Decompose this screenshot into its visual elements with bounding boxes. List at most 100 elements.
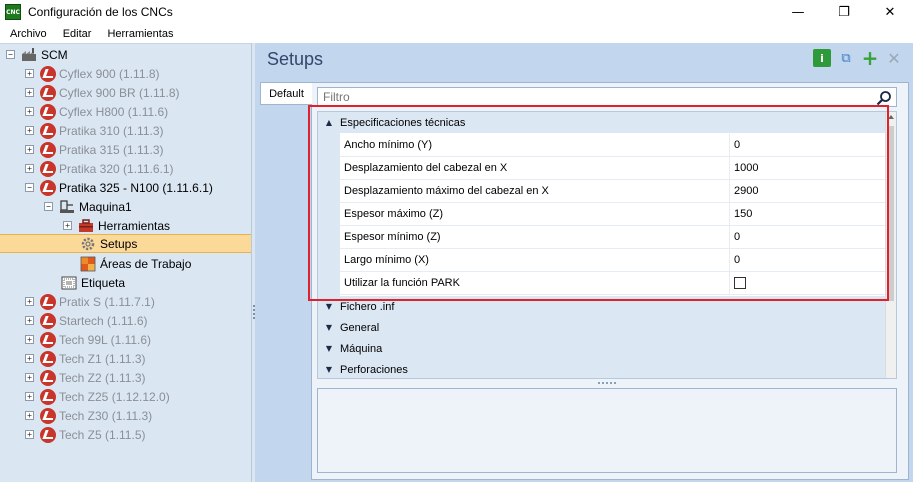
expand-icon[interactable]: + <box>25 430 34 439</box>
machine-tree: − SCM + Cyflex 900 (1.11.8) + Cyflex 900… <box>0 43 251 482</box>
expand-icon[interactable]: + <box>25 297 34 306</box>
property-value[interactable]: 0 <box>730 139 740 151</box>
tree-node-herramientas[interactable]: + Herramientas <box>63 216 170 235</box>
property-row[interactable]: Espesor máximo (Z) 150 <box>340 203 885 226</box>
tree-machine[interactable]: + Pratix S (1.11.7.1) <box>25 292 155 311</box>
property-value[interactable]: 2900 <box>730 185 758 197</box>
menu-archivo[interactable]: Archivo <box>0 28 55 40</box>
collapse-icon[interactable]: − <box>6 50 15 59</box>
tree-label: Cyflex 900 (1.11.8) <box>59 66 160 81</box>
tree-machine[interactable]: + Tech Z30 (1.11.3) <box>25 406 152 425</box>
expand-chevron-icon[interactable]: ▼ <box>318 323 340 332</box>
tree-label: Cyflex H800 (1.11.6) <box>59 104 169 119</box>
expand-icon[interactable]: + <box>25 107 34 116</box>
scroll-up-icon[interactable] <box>888 115 894 119</box>
close-button[interactable]: ✕ <box>867 0 913 24</box>
filter-box <box>317 87 897 107</box>
scroll-thumb[interactable] <box>888 126 894 301</box>
delete-button[interactable]: ✕ <box>885 49 903 68</box>
property-value[interactable]: 150 <box>730 208 752 220</box>
property-row[interactable]: Largo mínimo (X) 0 <box>340 249 885 272</box>
tree-machine[interactable]: + Pratika 320 (1.11.6.1) <box>25 159 174 178</box>
tree-node-setups[interactable]: Setups <box>0 234 251 253</box>
property-row[interactable]: Ancho mínimo (Y) 0 <box>340 134 885 157</box>
expand-icon[interactable]: + <box>25 88 34 97</box>
expand-icon[interactable]: + <box>25 392 34 401</box>
collapse-icon[interactable]: − <box>44 202 53 211</box>
vertical-scrollbar[interactable] <box>885 112 896 378</box>
property-value[interactable]: 0 <box>730 254 740 266</box>
section-general[interactable]: ▼ General <box>318 317 885 338</box>
tree-machine[interactable]: + Cyflex 900 (1.11.8) <box>25 64 160 83</box>
collapse-icon[interactable]: − <box>25 183 34 192</box>
expand-icon[interactable]: + <box>25 354 34 363</box>
expand-chevron-icon[interactable]: ▼ <box>318 302 340 311</box>
tree-machine[interactable]: + Tech 99L (1.11.6) <box>25 330 151 349</box>
property-row[interactable]: Desplazamiento máximo del cabezal en X 2… <box>340 180 885 203</box>
section-especificaciones[interactable]: ▲ Especificaciones técnicas <box>318 112 885 133</box>
title-bar: CNC Configuración de los CNCs — ❐ ✕ <box>0 0 913 24</box>
expand-chevron-icon[interactable]: ▼ <box>318 365 340 374</box>
cnc-machine-icon <box>40 312 56 329</box>
tree-root-scm[interactable]: − SCM <box>6 45 68 64</box>
tree-label: Pratika 320 (1.11.6.1) <box>59 161 174 176</box>
tree-machine[interactable]: + Pratika 315 (1.11.3) <box>25 140 164 159</box>
label-icon <box>61 276 77 289</box>
menu-editar[interactable]: Editar <box>55 28 100 40</box>
expand-icon[interactable]: + <box>25 411 34 420</box>
property-name: Desplazamiento máximo del cabezal en X <box>340 180 730 202</box>
property-name: Largo mínimo (X) <box>340 249 730 271</box>
property-row[interactable]: Desplazamiento del cabezal en X 1000 <box>340 157 885 180</box>
section-perforaciones[interactable]: ▼ Perforaciones <box>318 359 885 378</box>
section-label: Perforaciones <box>340 363 408 376</box>
maximize-button[interactable]: ❐ <box>821 0 867 24</box>
tab-content: ▲ Especificaciones técnicas Ancho mínimo… <box>311 82 909 480</box>
tree-node-areas[interactable]: Áreas de Trabajo <box>80 254 191 273</box>
minimize-button[interactable]: — <box>775 0 821 24</box>
section-fichero[interactable]: ▼ Fichero .inf <box>318 296 885 317</box>
tree-machine[interactable]: + Tech Z25 (1.12.12.0) <box>25 387 170 406</box>
copy-button[interactable]: ⧉ <box>837 49 855 67</box>
add-button[interactable]: + <box>861 46 879 70</box>
expand-icon[interactable]: + <box>25 316 34 325</box>
expand-icon[interactable]: + <box>25 69 34 78</box>
collapse-chevron-icon[interactable]: ▲ <box>318 118 340 127</box>
expand-icon[interactable]: + <box>25 164 34 173</box>
property-value[interactable]: 1000 <box>730 162 758 174</box>
expand-icon[interactable]: + <box>63 221 72 230</box>
tree-machine-expanded[interactable]: − Pratika 325 - N100 (1.11.6.1) <box>25 178 213 197</box>
tree-label: Maquina1 <box>79 199 132 214</box>
splitter-grip[interactable] <box>598 382 616 387</box>
cnc-machine-icon <box>40 331 56 348</box>
tree-machine[interactable]: + Startech (1.11.6) <box>25 311 148 330</box>
filter-input[interactable] <box>318 90 858 104</box>
property-value[interactable] <box>730 277 746 289</box>
tree-machine[interactable]: + Tech Z2 (1.11.3) <box>25 368 145 387</box>
property-value[interactable]: 0 <box>730 231 740 243</box>
tree-machine[interactable]: + Pratika 310 (1.11.3) <box>25 121 164 140</box>
tree-machine[interactable]: + Cyflex 900 BR (1.11.8) <box>25 83 180 102</box>
expand-chevron-icon[interactable]: ▼ <box>318 344 340 353</box>
tree-node-etiqueta[interactable]: Etiqueta <box>61 273 125 292</box>
section-maquina[interactable]: ▼ Máquina <box>318 338 885 359</box>
expand-icon[interactable]: + <box>25 335 34 344</box>
tree-node-maquina[interactable]: − Maquina1 <box>44 197 132 216</box>
description-splitter[interactable] <box>317 381 897 387</box>
expand-icon[interactable]: + <box>25 145 34 154</box>
menu-herramientas[interactable]: Herramientas <box>99 28 181 40</box>
expand-icon[interactable]: + <box>25 126 34 135</box>
tree-machine[interactable]: + Tech Z1 (1.11.3) <box>25 349 145 368</box>
property-row[interactable]: Utilizar la función PARK <box>340 272 885 295</box>
expand-icon[interactable]: + <box>25 373 34 382</box>
setups-toolbar: i ⧉ + ✕ <box>813 46 903 70</box>
search-icon[interactable] <box>876 90 892 106</box>
tree-label: Tech Z1 (1.11.3) <box>59 351 146 366</box>
property-row[interactable]: Espesor mínimo (Z) 0 <box>340 226 885 249</box>
tree-machine[interactable]: + Cyflex H800 (1.11.6) <box>25 102 168 121</box>
tree-machine[interactable]: + Tech Z5 (1.11.5) <box>25 425 145 444</box>
tab-default[interactable]: Default <box>260 82 312 105</box>
park-checkbox[interactable] <box>734 277 746 289</box>
cnc-machine-icon <box>40 407 56 424</box>
tree-label: Pratika 310 (1.11.3) <box>59 123 164 138</box>
info-button[interactable]: i <box>813 49 831 67</box>
